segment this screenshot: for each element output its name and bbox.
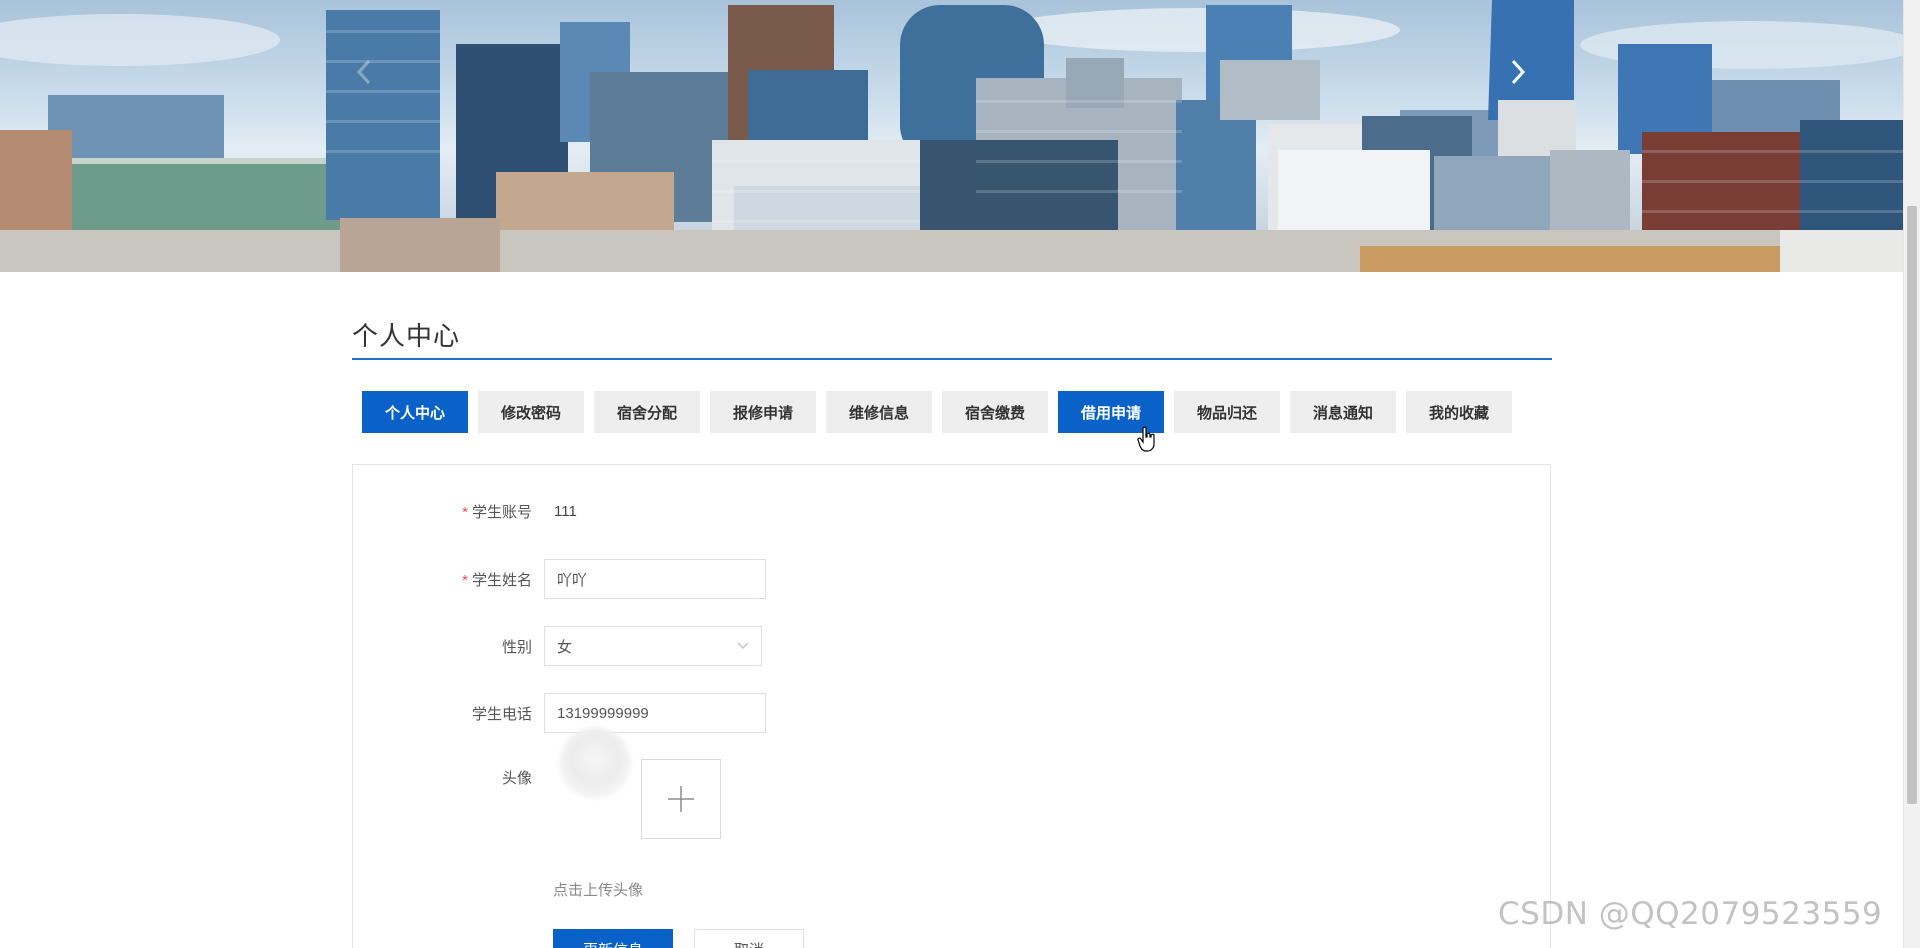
profile-form: * 学生账号 111 * 学生姓名 吖吖 性别 女 学生电话 13199999999… [352,464,1551,948]
watermark-text: CSDN @QQ2079523559 [1498,896,1883,932]
gender-select[interactable]: 女 [544,626,762,666]
phone-input[interactable]: 13199999999 [544,693,766,733]
tab-item-return[interactable]: 物品归还 [1174,391,1280,433]
title-underline [352,358,1552,360]
gender-label: 性别 [501,638,532,656]
tab-change-password[interactable]: 修改密码 [478,391,584,433]
chevron-left-icon [356,59,371,85]
page: 个人中心 个人中心 修改密码 宿舍分配 报修申请 维修信息 宿舍缴费 借用申请 … [0,0,1920,948]
carousel-next-button[interactable] [1508,58,1548,98]
name-row: * 学生姓名 吖吖 [353,559,766,599]
update-info-button[interactable]: 更新信息 [553,929,673,948]
account-value: 111 [554,502,577,520]
center-tabs: 个人中心 修改密码 宿舍分配 报修申请 维修信息 宿舍缴费 借用申请 物品归还 … [362,391,1522,433]
name-label: * 学生姓名 [462,571,532,589]
scrollbar-thumb[interactable] [1907,206,1917,804]
upload-hint: 点击上传头像 [553,882,644,899]
page-title: 个人中心 [352,321,461,351]
city-skyline-image [0,0,1904,272]
chevron-right-icon [1511,59,1526,85]
page-scrollbar[interactable] [1903,0,1920,948]
tab-repair-request[interactable]: 报修申请 [710,391,816,433]
required-mark: * [462,503,468,521]
avatar-upload-button[interactable] [641,759,721,839]
tab-notifications[interactable]: 消息通知 [1290,391,1396,433]
hand-cursor-icon [1137,426,1155,452]
phone-row: 学生电话 13199999999 [353,693,766,733]
required-mark: * [462,571,468,589]
tab-repair-info[interactable]: 维修信息 [826,391,932,433]
carousel-prev-button[interactable] [354,58,394,98]
account-label: * 学生账号 [462,503,532,521]
account-row: * 学生账号 111 [353,491,577,531]
cancel-button[interactable]: 取消 [694,929,804,948]
plus-icon [668,786,694,812]
tab-personal-center[interactable]: 个人中心 [362,391,468,433]
gender-value: 女 [557,638,573,656]
gender-row: 性别 女 [353,626,762,666]
avatar-label: 头像 [501,769,532,787]
name-input[interactable]: 吖吖 [544,559,766,599]
chevron-down-icon [737,642,749,650]
tab-dorm-payment[interactable]: 宿舍缴费 [942,391,1048,433]
tab-dorm-allocation[interactable]: 宿舍分配 [594,391,700,433]
phone-label: 学生电话 [471,705,532,723]
banner-carousel[interactable] [0,0,1904,272]
avatar-row: 头像 [353,757,544,797]
avatar [559,727,631,799]
tab-my-favorites[interactable]: 我的收藏 [1406,391,1512,433]
